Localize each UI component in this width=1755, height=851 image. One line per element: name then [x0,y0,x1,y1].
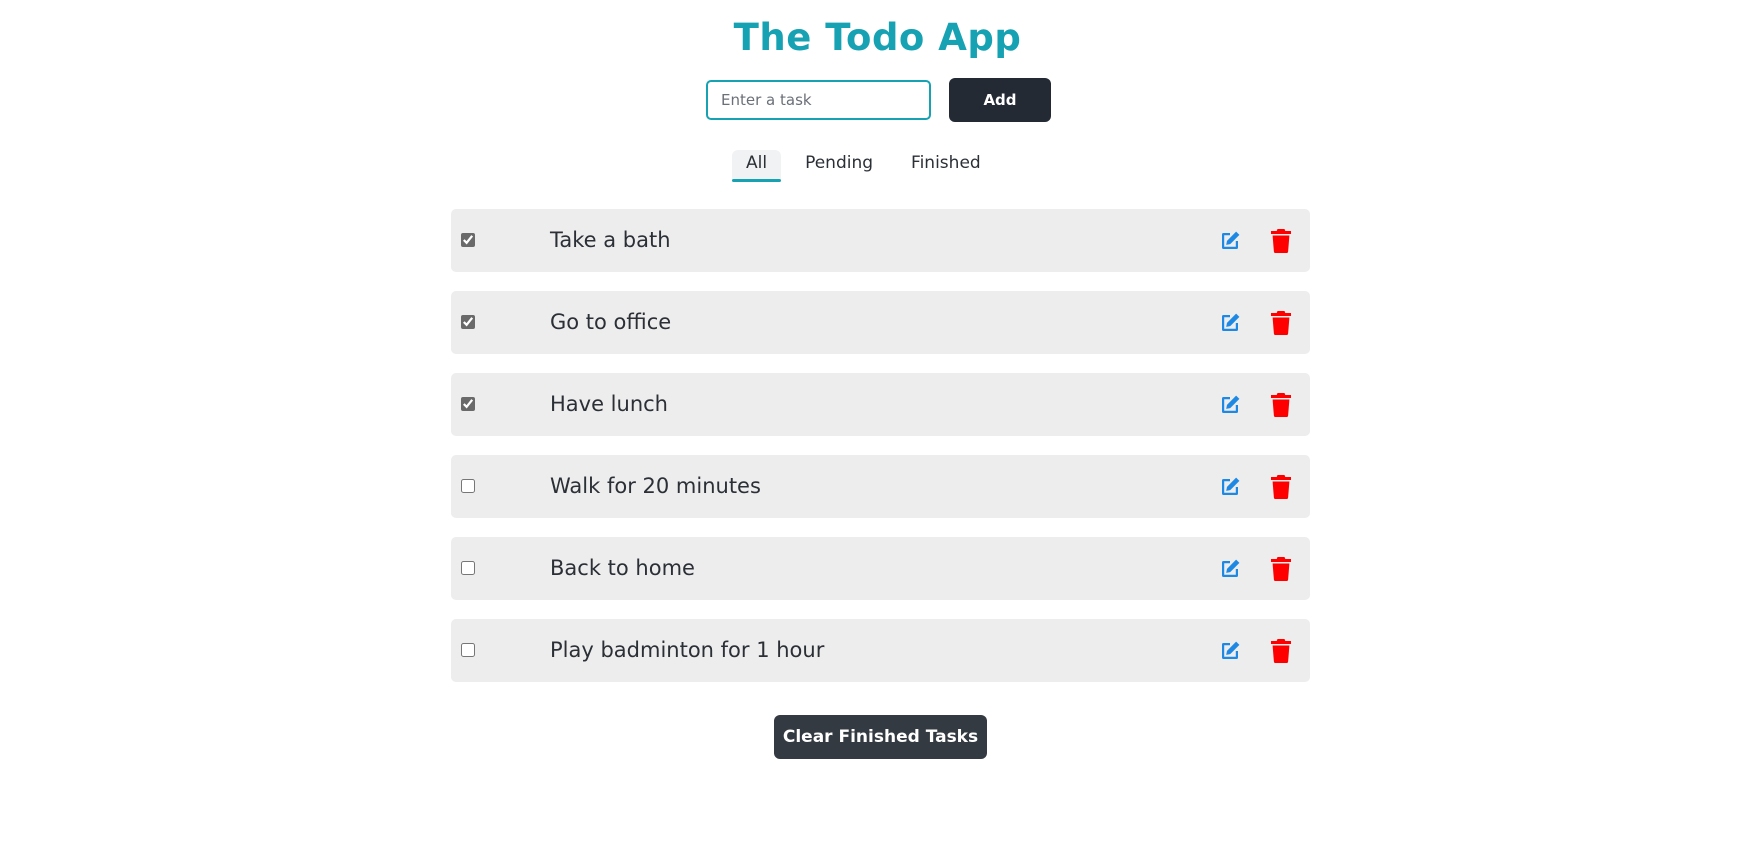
edit-icon[interactable] [1218,229,1242,253]
task-item: Go to office [451,291,1310,354]
edit-icon[interactable] [1218,475,1242,499]
tab-pending[interactable]: Pending [791,150,887,179]
task-item: Walk for 20 minutes [451,455,1310,518]
add-button[interactable]: Add [949,78,1051,122]
task-text: Play badminton for 1 hour [550,638,825,662]
task-item: Take a bath [451,209,1310,272]
edit-icon[interactable] [1218,557,1242,581]
app-title: The Todo App [733,16,1022,59]
edit-icon[interactable] [1218,393,1242,417]
add-task-form: Add [706,78,1051,122]
trash-icon[interactable] [1270,556,1292,582]
todo-app: The Todo App Add All Pending Finished Ta… [0,0,1755,851]
trash-icon[interactable] [1270,228,1292,254]
task-checkbox[interactable] [461,479,475,493]
task-text: Walk for 20 minutes [550,474,761,498]
trash-icon[interactable] [1270,392,1292,418]
task-checkbox[interactable] [461,561,475,575]
task-list: Take a bath Go to office Have lunch Walk… [451,209,1310,701]
tab-finished[interactable]: Finished [897,150,995,179]
trash-icon[interactable] [1270,474,1292,500]
task-checkbox[interactable] [461,643,475,657]
edit-icon[interactable] [1218,311,1242,335]
clear-finished-button[interactable]: Clear Finished Tasks [774,715,987,759]
task-item: Have lunch [451,373,1310,436]
task-text: Have lunch [550,392,668,416]
trash-icon[interactable] [1270,310,1292,336]
task-checkbox[interactable] [461,397,475,411]
task-item: Back to home [451,537,1310,600]
task-input[interactable] [706,80,931,120]
task-checkbox[interactable] [461,315,475,329]
task-text: Back to home [550,556,695,580]
trash-icon[interactable] [1270,638,1292,664]
task-item: Play badminton for 1 hour [451,619,1310,682]
edit-icon[interactable] [1218,639,1242,663]
filter-tabs: All Pending Finished [732,150,1005,182]
task-text: Go to office [550,310,672,334]
task-checkbox[interactable] [461,233,475,247]
task-text: Take a bath [550,228,671,252]
tab-all[interactable]: All [732,150,782,182]
